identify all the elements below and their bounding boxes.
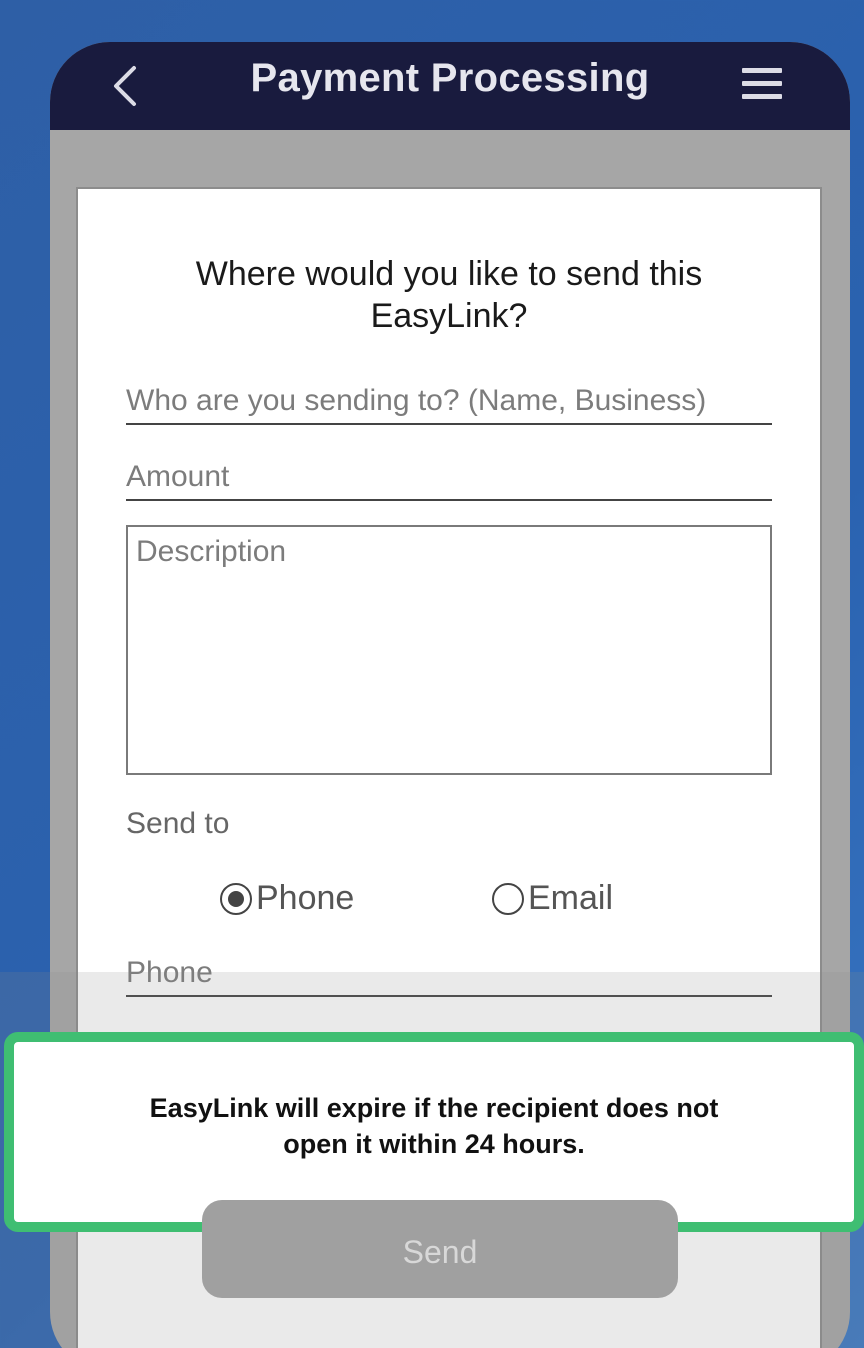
description-textarea[interactable]: Description	[126, 525, 772, 775]
send-button[interactable]: Send	[202, 1200, 678, 1298]
radio-phone[interactable]: Phone	[220, 879, 354, 918]
notice-line1: EasyLink will expire if the recipient do…	[149, 1093, 719, 1123]
prompt-line1: Where would you like to send this	[195, 255, 703, 293]
radio-email[interactable]: Email	[492, 879, 613, 918]
form-prompt: Where would you like to send this EasyLi…	[78, 253, 820, 337]
amount-input[interactable]: Amount	[126, 457, 772, 501]
app-header: Payment Processing	[50, 42, 850, 130]
notice-line2: open it within 24 hours.	[283, 1129, 585, 1159]
hamburger-menu-icon[interactable]	[742, 68, 782, 104]
recipient-input[interactable]: Who are you sending to? (Name, Business)	[126, 381, 772, 425]
radio-phone-label: Phone	[256, 879, 355, 917]
radio-selected-icon[interactable]	[220, 882, 252, 915]
radio-unselected-icon[interactable]	[492, 882, 524, 915]
expiry-notice: EasyLink will expire if the recipient do…	[14, 1090, 854, 1162]
radio-email-label: Email	[528, 879, 614, 917]
send-to-label: Send to	[126, 807, 230, 840]
page-title: Payment Processing	[250, 56, 650, 100]
prompt-line2: EasyLink?	[370, 297, 528, 335]
